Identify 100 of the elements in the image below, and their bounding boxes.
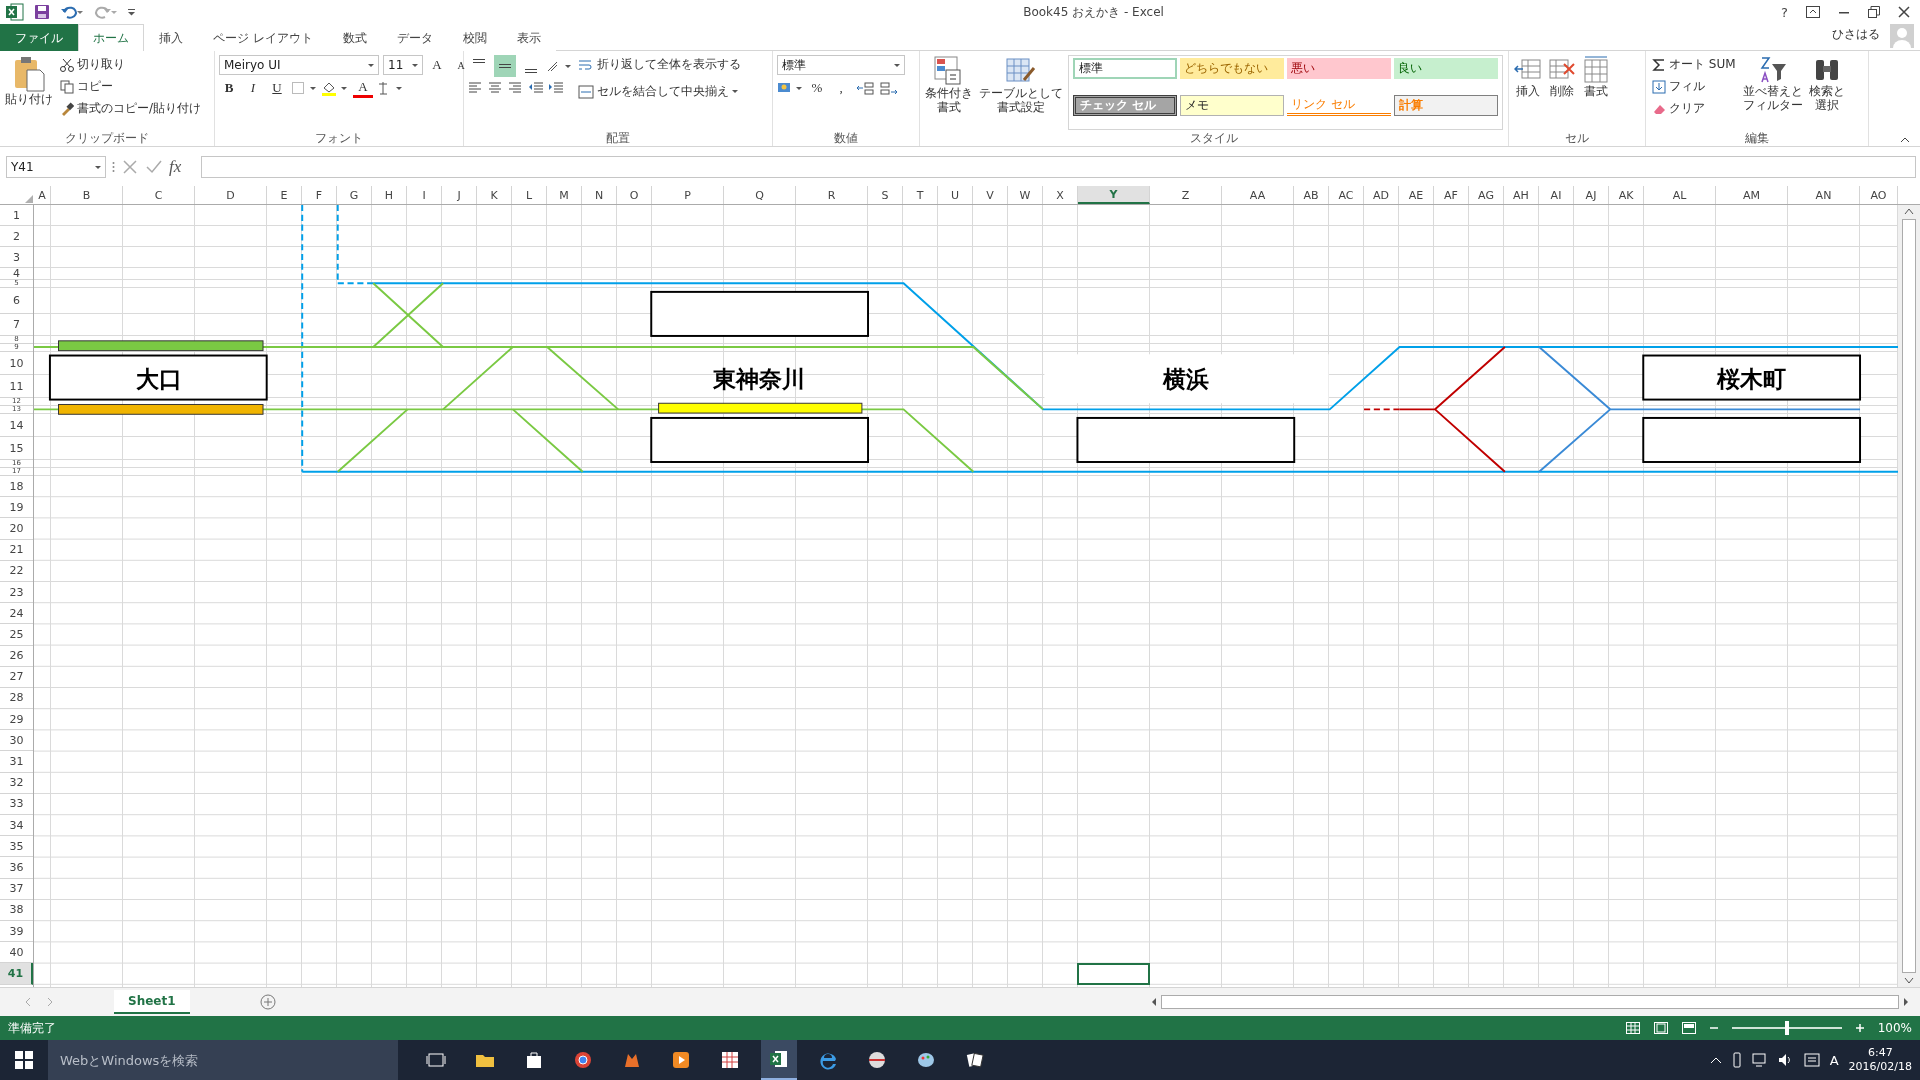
conditional-formatting-button[interactable]: 条件付き 書式 xyxy=(924,55,974,130)
cell-cursor[interactable] xyxy=(1077,962,1150,985)
customize-toolbar-icon[interactable] xyxy=(128,7,136,17)
formula-input-field[interactable] xyxy=(201,156,1916,178)
ribbon-display-icon[interactable] xyxy=(1806,6,1820,18)
row-header[interactable]: 22 xyxy=(0,560,33,582)
row-header[interactable]: 31 xyxy=(0,751,33,773)
add-sheet-icon[interactable] xyxy=(259,994,276,1010)
row-header[interactable]: 38 xyxy=(0,899,33,921)
ribbon-tab[interactable]: ホーム xyxy=(78,24,144,51)
network-icon[interactable] xyxy=(1751,1053,1768,1067)
cell-style-item[interactable]: 標準 xyxy=(1073,58,1177,79)
row-header[interactable]: 37 xyxy=(0,878,33,900)
fill-button[interactable]: フィル xyxy=(1650,77,1738,96)
row-header[interactable]: 26 xyxy=(0,645,33,667)
font-size-field[interactable]: 11 xyxy=(383,55,423,75)
chevron-up-icon[interactable] xyxy=(1709,1056,1722,1064)
vertical-align-button[interactable] xyxy=(494,55,516,77)
italic-button[interactable]: I xyxy=(243,78,263,98)
align-left-icon[interactable] xyxy=(468,80,484,94)
name-box[interactable]: Y41 xyxy=(6,156,106,178)
vertical-scrollbar-thumb[interactable] xyxy=(1902,219,1916,973)
row-header[interactable]: 19 xyxy=(0,497,33,519)
ime-indicator[interactable]: A xyxy=(1829,1052,1839,1068)
row-header[interactable]: 4 xyxy=(0,268,33,280)
close-icon[interactable] xyxy=(1898,6,1910,18)
cell-style-item[interactable]: どちらでもない xyxy=(1180,58,1284,79)
clear-button[interactable]: クリア xyxy=(1650,99,1738,118)
row-header[interactable]: 20 xyxy=(0,518,33,540)
row-header[interactable]: 25 xyxy=(0,624,33,646)
delete-cells-button[interactable]: 削除 xyxy=(1547,55,1577,130)
row-header[interactable]: 32 xyxy=(0,772,33,794)
comma-button[interactable]: , xyxy=(831,78,851,98)
dropdown-caret-icon[interactable] xyxy=(95,165,101,169)
row-header[interactable]: 35 xyxy=(0,836,33,858)
zoom-out-icon[interactable] xyxy=(1709,1024,1718,1032)
find-select-button[interactable]: 検索と 選択 xyxy=(1807,55,1846,130)
scroll-left-icon[interactable] xyxy=(1150,997,1158,1007)
row-header[interactable]: 15 xyxy=(0,437,33,460)
dropdown-caret-icon[interactable] xyxy=(412,63,418,67)
checkmark-icon[interactable] xyxy=(145,158,163,176)
clock[interactable]: 6:47 2016/02/18 xyxy=(1848,1046,1912,1074)
taskbar-search-field[interactable]: WebとWindowsを検索 xyxy=(48,1040,398,1080)
normal-view-icon[interactable] xyxy=(1625,1022,1640,1034)
font-color-button[interactable]: A xyxy=(353,78,373,98)
row-header[interactable]: 1 xyxy=(0,205,33,226)
row-header[interactable]: 23 xyxy=(0,581,33,604)
notification-icon[interactable] xyxy=(1803,1053,1820,1067)
dropdown-caret-icon[interactable] xyxy=(732,90,738,93)
row-header[interactable]: 18 xyxy=(0,476,33,498)
row-header[interactable]: 2 xyxy=(0,226,33,247)
collapse-ribbon-icon[interactable] xyxy=(1900,137,1910,143)
row-header[interactable]: 27 xyxy=(0,666,33,688)
paste-button[interactable]: 貼り付け xyxy=(4,55,54,130)
row-header[interactable]: 24 xyxy=(0,603,33,625)
row-header[interactable]: 39 xyxy=(0,920,33,943)
align-right-icon[interactable] xyxy=(508,80,524,94)
row-header[interactable]: 36 xyxy=(0,857,33,879)
zoom-in-icon[interactable] xyxy=(1855,1024,1864,1032)
cell-style-item[interactable]: 悪い xyxy=(1287,58,1391,79)
copy-button[interactable]: コピー xyxy=(58,77,204,96)
page-layout-view-icon[interactable] xyxy=(1653,1022,1668,1034)
dropdown-caret-icon[interactable] xyxy=(368,63,374,67)
undo-icon[interactable] xyxy=(60,4,84,20)
increase-indent-icon[interactable] xyxy=(548,80,564,94)
merge-center-button[interactable]: セルを結合して中央揃え xyxy=(576,82,743,101)
format-painter-button[interactable]: 書式のコピー/貼り付け xyxy=(58,99,204,118)
wrap-text-button[interactable]: 折り返して全体を表示する xyxy=(576,55,743,74)
font-name-field[interactable]: Meiryo UI xyxy=(219,55,379,75)
row-header[interactable]: 29 xyxy=(0,709,33,731)
decrease-indent-icon[interactable] xyxy=(528,80,544,94)
increase-decimal-icon[interactable] xyxy=(855,80,875,96)
row-header[interactable]: 11 xyxy=(0,375,33,398)
row-header[interactable]: 30 xyxy=(0,730,33,752)
scroll-down-icon[interactable] xyxy=(1904,977,1914,985)
row-header[interactable]: 34 xyxy=(0,815,33,837)
row-header[interactable]: 3 xyxy=(0,247,33,268)
insert-function-button[interactable]: fx xyxy=(169,157,195,177)
align-center-icon[interactable] xyxy=(488,80,504,94)
usb-icon[interactable] xyxy=(1731,1052,1742,1068)
more-options-icon[interactable] xyxy=(112,161,115,173)
autosum-button[interactable]: オート SUM xyxy=(1650,55,1738,74)
row-header[interactable]: 33 xyxy=(0,793,33,815)
row-header[interactable]: 41 xyxy=(0,963,33,985)
row-header[interactable]: 21 xyxy=(0,539,33,561)
cut-button[interactable]: 切り取り xyxy=(58,55,204,74)
row-header[interactable]: 28 xyxy=(0,687,33,710)
horizontal-scrollbar-thumb[interactable] xyxy=(1161,995,1899,1009)
format-as-table-button[interactable]: テーブルとして 書式設定 xyxy=(978,55,1064,130)
phonetic-icon[interactable] xyxy=(377,80,403,96)
decrease-decimal-icon[interactable] xyxy=(879,80,899,96)
row-header[interactable]: 10 xyxy=(0,352,33,375)
underline-button[interactable]: U xyxy=(267,78,287,98)
cell-style-item[interactable]: 良い xyxy=(1394,58,1498,79)
ribbon-tab[interactable]: ファイル xyxy=(0,24,78,51)
user-name[interactable]: ひさはる xyxy=(1832,26,1880,43)
help-button[interactable]: ? xyxy=(1781,4,1788,20)
save-icon[interactable] xyxy=(34,4,50,20)
orientation-icon[interactable] xyxy=(546,59,572,73)
bold-button[interactable]: B xyxy=(219,78,239,98)
